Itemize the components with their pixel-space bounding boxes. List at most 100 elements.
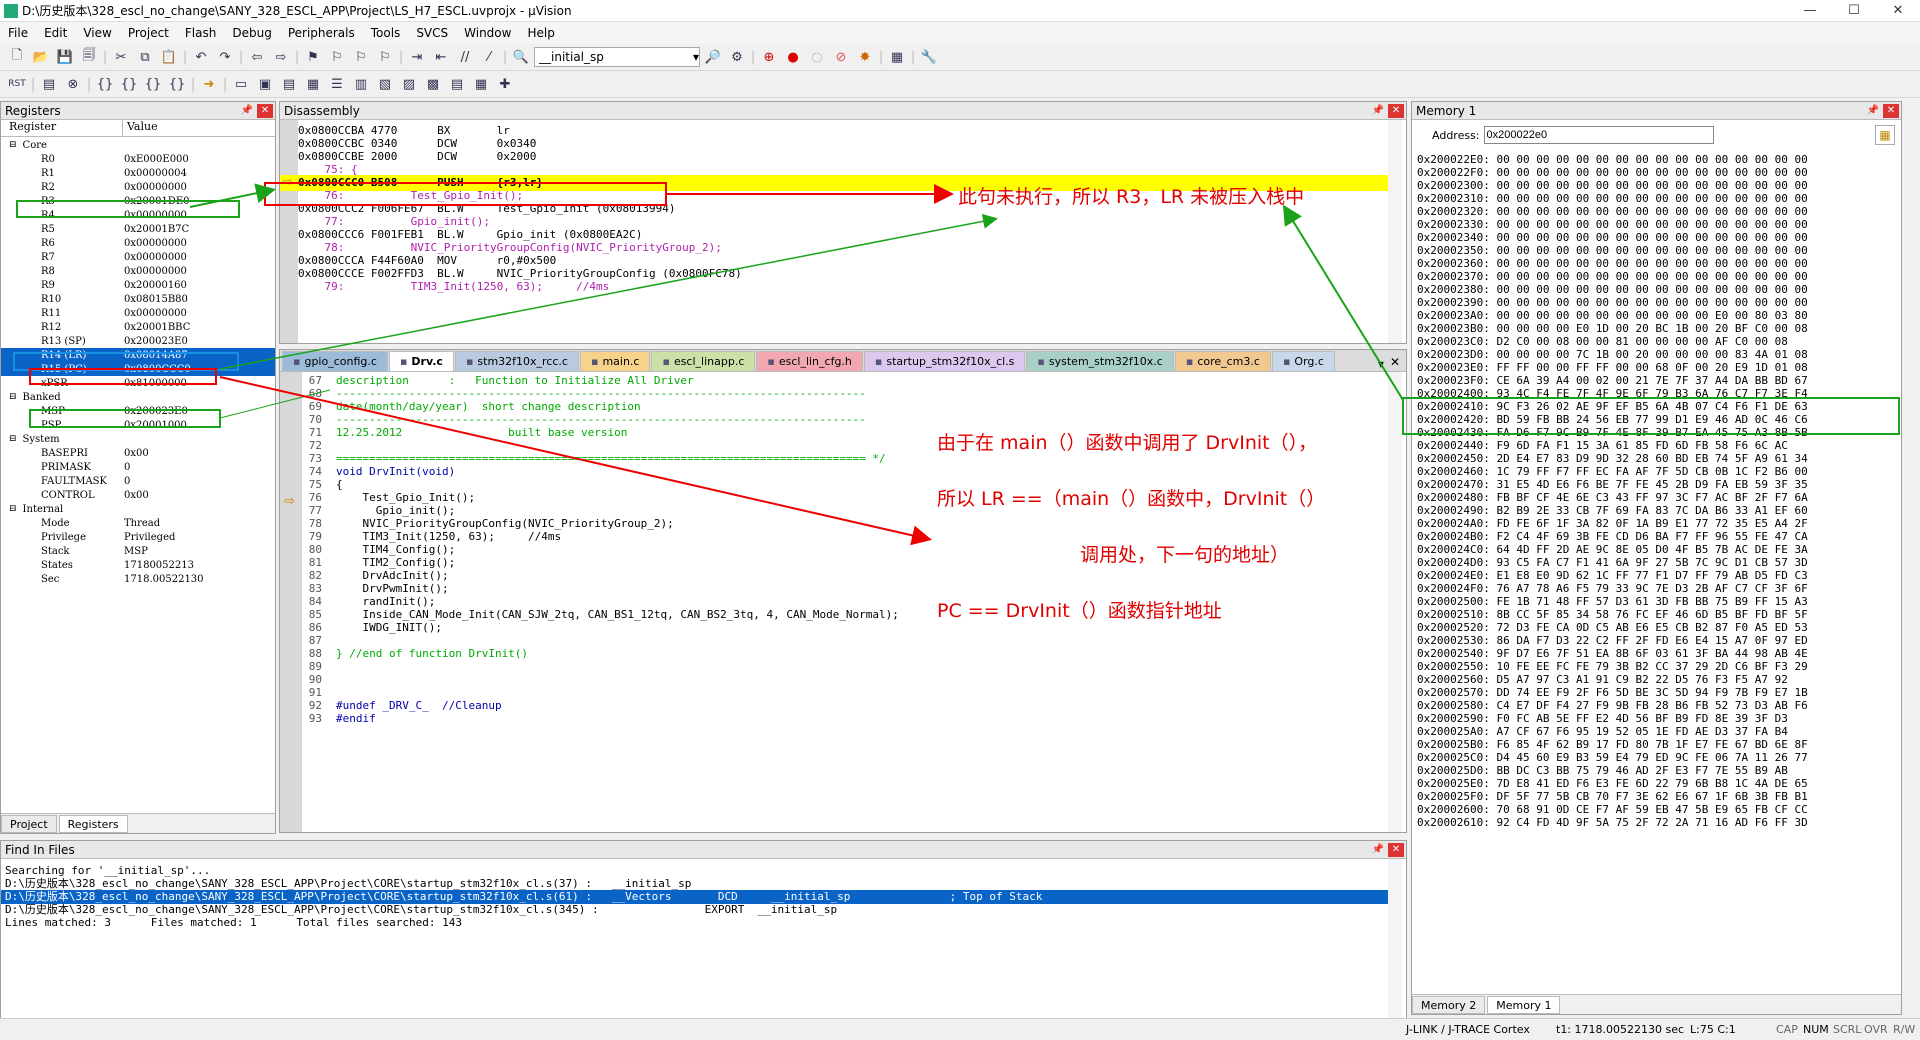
- memory-line[interactable]: 0x200024C0: 64 4D FF 2D AE 9C 8E 05 D0 4…: [1417, 543, 1901, 556]
- memory-line[interactable]: 0x20002410: 9C F3 26 02 AE 9F EF B5 6A 4…: [1417, 400, 1901, 413]
- incremental-find-icon[interactable]: ⚙: [726, 46, 748, 68]
- source-line[interactable]: 90: [280, 673, 899, 686]
- disassembly-line[interactable]: 76: Test_Gpio_Init();: [298, 189, 742, 202]
- editor-tab[interactable]: ▪ Org.c: [1271, 351, 1335, 371]
- editor-tab[interactable]: ▪ core_cm3.c: [1174, 351, 1271, 371]
- memory-window-icon[interactable]: ▧: [374, 73, 396, 95]
- disassembly-line[interactable]: 0x0800CCBC 0340 DCW 0x0340: [298, 137, 742, 150]
- memory-line[interactable]: 0x200025E0: 7D E8 41 ED F6 E3 FE 6D 22 7…: [1417, 777, 1901, 790]
- system-viewer-icon[interactable]: ▦: [470, 73, 492, 95]
- source-line[interactable]: 79 TIM3_Init(1250, 63); //4ms: [280, 530, 899, 543]
- run-to-cursor-icon[interactable]: {}: [166, 73, 188, 95]
- pin-icon[interactable]: 📌: [1370, 843, 1386, 857]
- memory-line[interactable]: 0x200024F0: 76 A7 78 A6 F5 79 33 9C 7E D…: [1417, 582, 1901, 595]
- toolbox-icon[interactable]: ✚: [494, 73, 516, 95]
- memory-line[interactable]: 0x20002570: DD 74 EE F9 2F F6 5D BE 3C 5…: [1417, 686, 1901, 699]
- memory-line[interactable]: 0x20002400: 93 4C F4 FE 7F 4F 9E 6F 79 B…: [1417, 387, 1901, 400]
- disassembly-line[interactable]: 0x0800CCCE F002FFD3 BL.W NVIC_PriorityGr…: [298, 267, 742, 280]
- pin-icon[interactable]: 📌: [239, 104, 255, 118]
- memory-line[interactable]: 0x200023C0: D2 C0 00 08 00 00 81 00 00 0…: [1417, 335, 1901, 348]
- source-line[interactable]: 72: [280, 439, 899, 452]
- source-line[interactable]: 76 Test_Gpio_Init();: [280, 491, 899, 504]
- memory-line[interactable]: 0x200024A0: FD FE 6F 1F 3A 82 0F 1A B9 E…: [1417, 517, 1901, 530]
- find-result-line[interactable]: Searching for '__initial_sp'...: [5, 864, 1042, 877]
- register-row[interactable]: R7 0x00000000: [1, 250, 275, 264]
- prev-bookmark-icon[interactable]: ⚐: [326, 46, 348, 68]
- source-line[interactable]: 74 void DrvInit(void): [280, 465, 899, 478]
- register-row[interactable]: R12 0x20001BBC: [1, 320, 275, 334]
- step-out-icon[interactable]: {}: [142, 73, 164, 95]
- memory-line[interactable]: 0x20002560: D5 A7 97 C3 A1 91 C9 B2 22 D…: [1417, 673, 1901, 686]
- close-icon[interactable]: ✕: [1883, 103, 1899, 118]
- uncomment-icon[interactable]: ⁄: [478, 46, 500, 68]
- expand-toggle-icon[interactable]: ⊟: [9, 434, 17, 444]
- comment-icon[interactable]: //: [454, 46, 476, 68]
- window-layout-icon[interactable]: ▦: [886, 46, 908, 68]
- registers-window-icon[interactable]: ▦: [302, 73, 324, 95]
- register-row[interactable]: Stack MSP: [1, 544, 275, 558]
- find-scrollbar[interactable]: [1388, 859, 1402, 1019]
- memory-line[interactable]: 0x200024E0: E1 E8 E0 9D 62 1C FF 77 F1 D…: [1417, 569, 1901, 582]
- memory-line[interactable]: 0x20002540: 9F D7 E6 7F 51 EA 8B 6F 03 6…: [1417, 647, 1901, 660]
- expand-toggle-icon[interactable]: ⊟: [9, 504, 17, 514]
- register-row[interactable]: R5 0x20001B7C: [1, 222, 275, 236]
- search-combo[interactable]: __initial_sp ▾: [534, 47, 700, 67]
- memory-line[interactable]: 0x200022F0: 00 00 00 00 00 00 00 00 00 0…: [1417, 166, 1901, 179]
- memory-line[interactable]: 0x200024B0: F2 C4 4F 69 3B FE CD D6 BA F…: [1417, 530, 1901, 543]
- step-over-icon[interactable]: {}: [118, 73, 140, 95]
- expand-toggle-icon[interactable]: ⊟: [9, 392, 17, 402]
- editor-tab[interactable]: ▪ gpio_config.c: [282, 351, 388, 371]
- source-line[interactable]: 75 {: [280, 478, 899, 491]
- memory-line[interactable]: 0x20002580: C4 E7 DF F4 27 F9 9B FB 28 B…: [1417, 699, 1901, 712]
- show-next-statement-icon[interactable]: ➜: [198, 73, 220, 95]
- undo-icon[interactable]: ↶: [190, 46, 212, 68]
- source-line[interactable]: 87: [280, 634, 899, 647]
- cut-icon[interactable]: ✂: [110, 46, 132, 68]
- menu-flash[interactable]: Flash: [177, 26, 224, 40]
- menu-help[interactable]: Help: [519, 26, 562, 40]
- source-line[interactable]: 88} //end of function DrvInit(): [280, 647, 899, 660]
- debug-session-icon[interactable]: ⊕: [758, 46, 780, 68]
- editor-scrollbar[interactable]: [1388, 372, 1402, 832]
- call-stack-icon[interactable]: ☰: [326, 73, 348, 95]
- register-row[interactable]: Mode Thread: [1, 516, 275, 530]
- register-row[interactable]: R6 0x00000000: [1, 236, 275, 250]
- kill-all-breakpoints-icon[interactable]: ✸: [854, 46, 876, 68]
- memory-line[interactable]: 0x20002330: 00 00 00 00 00 00 00 00 00 0…: [1417, 218, 1901, 231]
- memory-line[interactable]: 0x20002530: 86 DA F7 D3 22 C2 FF 2F FD E…: [1417, 634, 1901, 647]
- disassembly-line[interactable]: 0x0800CCBE 2000 DCW 0x2000: [298, 150, 742, 163]
- open-file-icon[interactable]: 📂: [30, 46, 52, 68]
- menu-svcs[interactable]: SVCS: [408, 26, 456, 40]
- memory-line[interactable]: 0x200025D0: BB DC C3 BB 75 79 46 AD 2F E…: [1417, 764, 1901, 777]
- tab-memory1[interactable]: Memory 1: [1487, 996, 1561, 1014]
- register-group-system[interactable]: ⊟ System: [1, 432, 275, 446]
- source-line[interactable]: 70 --------------------------------------…: [280, 413, 899, 426]
- disassembly-line[interactable]: 77: Gpio_init();: [298, 215, 742, 228]
- memory-line[interactable]: 0x20002420: BD 59 FB BB 24 56 EB 77 99 D…: [1417, 413, 1901, 426]
- memory-line[interactable]: 0x20002390: 00 00 00 00 00 00 00 00 00 0…: [1417, 296, 1901, 309]
- menu-peripherals[interactable]: Peripherals: [280, 26, 363, 40]
- memory-line[interactable]: 0x200025B0: F6 85 4F 62 B9 17 FD 80 7B 1…: [1417, 738, 1901, 751]
- register-row[interactable]: CONTROL 0x00: [1, 488, 275, 502]
- register-row[interactable]: R13 (SP) 0x200023E0: [1, 334, 275, 348]
- memory-line[interactable]: 0x20002500: FE 1B 71 48 FF 57 D3 61 3D F…: [1417, 595, 1901, 608]
- nav-back-icon[interactable]: ⇦: [246, 46, 268, 68]
- memory-line[interactable]: 0x20002600: 70 68 91 0D CE F7 AF 59 EB 4…: [1417, 803, 1901, 816]
- editor-tab[interactable]: ▪ escl_linapp.c: [651, 351, 756, 371]
- tab-memory2[interactable]: Memory 2: [1412, 996, 1486, 1014]
- editor-tab[interactable]: ▪ startup_stm32f10x_cl.s: [863, 351, 1026, 371]
- source-line[interactable]: 84 randInit();: [280, 595, 899, 608]
- menu-debug[interactable]: Debug: [224, 26, 279, 40]
- memory-line[interactable]: 0x20002610: 92 C4 FD 4D 9F 5A 75 2F 72 2…: [1417, 816, 1901, 829]
- copy-icon[interactable]: ⧉: [134, 46, 156, 68]
- menu-tools[interactable]: Tools: [363, 26, 409, 40]
- disassembly-line[interactable]: 0x0800CCCA F44F60A0 MOV r0,#0x500: [298, 254, 742, 267]
- editor-tab[interactable]: ▪ Drv.c: [388, 351, 454, 371]
- source-line[interactable]: 91: [280, 686, 899, 699]
- pin-icon[interactable]: 📌: [1865, 104, 1881, 118]
- memory-line[interactable]: 0x20002550: 10 FE EE FC FE 79 3B B2 CC 3…: [1417, 660, 1901, 673]
- close-tab-icon[interactable]: ✕: [1390, 355, 1406, 371]
- memory-line[interactable]: 0x200023D0: 00 00 00 00 7C 1B 00 20 00 0…: [1417, 348, 1901, 361]
- chevron-down-icon[interactable]: ▾: [693, 50, 699, 64]
- paste-icon[interactable]: 📋: [158, 46, 180, 68]
